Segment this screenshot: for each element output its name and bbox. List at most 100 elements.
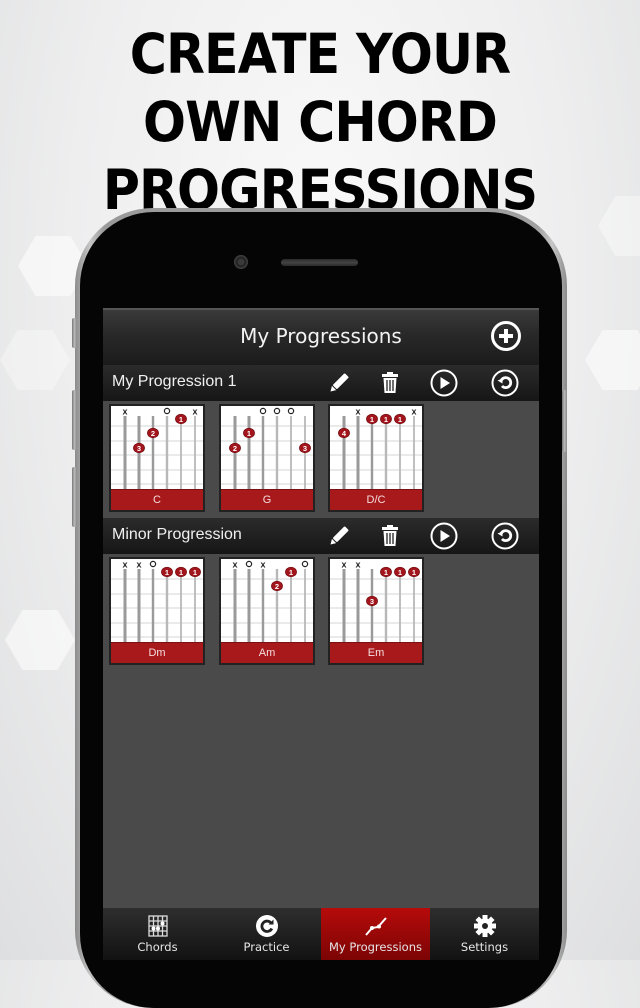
play-progression-button[interactable] <box>430 369 458 397</box>
progression-name: Minor Progression <box>112 526 242 543</box>
volume-down-button <box>72 467 77 527</box>
muted-string-marker: x <box>355 407 360 417</box>
finger-number: 2 <box>233 444 237 453</box>
tab-settings[interactable]: Settings <box>430 908 539 960</box>
finger-number: 1 <box>370 415 374 424</box>
chord-diagram: x x 2 1 <box>221 560 313 645</box>
finger-dot: 1 <box>408 566 420 578</box>
chord-card[interactable]: x x 3 1 1 1 Em <box>328 557 424 665</box>
chord-card[interactable]: x x 2 1 Am <box>219 557 315 665</box>
headline-line: OWN CHORD <box>143 90 498 154</box>
finger-dot: 3 <box>366 595 378 607</box>
muted-string-marker: x <box>136 560 141 570</box>
muted-string-marker: x <box>232 560 237 570</box>
finger-number: 3 <box>370 597 374 606</box>
tab-bar: Chords Practice My Progressions Settings <box>103 908 539 960</box>
chord-diagram: x x 1 1 1 <box>111 560 203 645</box>
finger-number: 3 <box>137 444 141 453</box>
tab-label: Chords <box>137 940 178 954</box>
headline-line: CREATE YOUR <box>129 22 511 86</box>
power-button <box>562 390 567 452</box>
loop-progression-button[interactable] <box>491 369 519 397</box>
tab-label: Settings <box>460 940 509 954</box>
front-camera <box>234 255 248 269</box>
finger-dot: 2 <box>271 580 283 592</box>
gear-icon <box>472 914 498 938</box>
finger-number: 1 <box>179 568 183 577</box>
chord-card[interactable]: x x 3 2 1 C <box>109 404 205 512</box>
finger-number: 3 <box>303 444 307 453</box>
background-hexagon <box>0 330 70 390</box>
chord-diagram: x x41 1 1 <box>330 407 422 492</box>
edit-progression-button[interactable] <box>325 369 353 397</box>
tab-label: My Progressions <box>329 940 422 954</box>
page-title: My Progressions <box>240 324 402 348</box>
finger-dot: 1 <box>394 413 406 425</box>
finger-dot: 2 <box>229 442 241 454</box>
tab-my-progressions[interactable]: My Progressions <box>321 908 430 960</box>
chord-name: G <box>221 489 313 510</box>
finger-number: 1 <box>398 415 402 424</box>
chord-grid-icon <box>145 914 171 938</box>
delete-progression-button[interactable] <box>376 522 404 550</box>
volume-up-button <box>72 390 77 450</box>
open-string-marker <box>273 407 281 415</box>
muted-string-marker: x <box>341 560 346 570</box>
finger-number: 1 <box>412 568 416 577</box>
open-string-marker <box>149 560 157 568</box>
chord-diagram: x x 3 1 1 1 <box>330 560 422 645</box>
chord-name: C <box>111 489 203 510</box>
finger-number: 1 <box>247 429 251 438</box>
progression-header: Minor Progression <box>103 518 539 554</box>
progression-name: My Progression 1 <box>112 373 237 390</box>
delete-progression-button[interactable] <box>376 369 404 397</box>
headline: CREATE YOUR OWN CHORD PROGRESSIONS <box>26 20 615 224</box>
finger-dot: 1 <box>243 427 255 439</box>
finger-number: 1 <box>179 415 183 424</box>
progression-header: My Progression 1 <box>103 365 539 401</box>
edit-progression-button[interactable] <box>325 522 353 550</box>
chord-row: x x 3 2 1 C 2 1 3 Gx x 4 1 1 1 D/C <box>103 401 539 517</box>
finger-dot: 1 <box>394 566 406 578</box>
muted-string-marker: x <box>192 407 197 417</box>
chord-card[interactable]: x x 1 1 1 Dm <box>109 557 205 665</box>
chord-name: Em <box>330 642 422 663</box>
finger-number: 2 <box>275 582 279 591</box>
pencil-icon <box>325 369 353 397</box>
finger-dot: 1 <box>285 566 297 578</box>
chord-card[interactable]: x x 4 1 1 1 D/C <box>328 404 424 512</box>
tab-chords[interactable]: Chords <box>103 908 212 960</box>
pencil-icon <box>325 522 353 550</box>
finger-dot: 4 <box>338 427 350 439</box>
chord-diagram: x x 3 2 1 <box>111 407 203 492</box>
tab-practice[interactable]: Practice <box>212 908 321 960</box>
app-screen: My Progressions My Progression 1xx321C21… <box>103 308 539 960</box>
nav-bar: My Progressions <box>103 308 539 365</box>
chord-row: x x 1 1 1 Dm x x 2 1 Am x x 3 1 1 1 Em <box>103 554 539 670</box>
open-string-marker <box>301 560 309 568</box>
mute-switch <box>72 318 77 348</box>
progression-line-icon <box>363 914 389 938</box>
chord-card[interactable]: 2 1 3 G <box>219 404 315 512</box>
add-progression-button[interactable] <box>491 321 521 351</box>
finger-dot: 3 <box>133 442 145 454</box>
open-string-marker <box>245 560 253 568</box>
loop-progression-button[interactable] <box>491 522 519 550</box>
finger-number: 1 <box>384 415 388 424</box>
finger-dot: 2 <box>147 427 159 439</box>
play-circle-icon <box>430 369 458 397</box>
background-hexagon <box>585 330 640 390</box>
loop-circle-icon <box>491 522 519 550</box>
muted-string-marker: x <box>355 560 360 570</box>
finger-number: 1 <box>384 568 388 577</box>
muted-string-marker: x <box>260 560 265 570</box>
practice-icon <box>254 914 280 938</box>
trash-icon <box>376 522 404 550</box>
background-hexagon <box>5 610 75 670</box>
play-progression-button[interactable] <box>430 522 458 550</box>
finger-number: 1 <box>398 568 402 577</box>
finger-dot: 1 <box>175 566 187 578</box>
finger-dot: 1 <box>161 566 173 578</box>
chord-name: Am <box>221 642 313 663</box>
finger-number: 1 <box>289 568 293 577</box>
